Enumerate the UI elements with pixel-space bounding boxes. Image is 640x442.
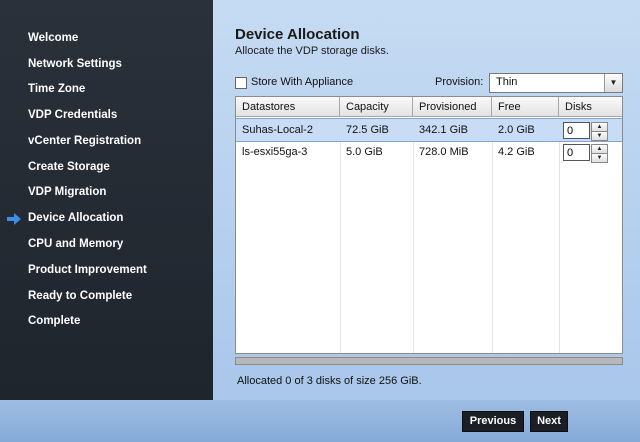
provision-label: Provision:: [435, 76, 484, 88]
horizontal-scrollbar[interactable]: [235, 357, 623, 365]
next-button[interactable]: Next: [530, 411, 568, 432]
disks-stepper[interactable]: 0 ▲ ▼: [563, 144, 608, 163]
stepper-down-icon[interactable]: ▼: [591, 153, 608, 163]
sidebar-item-device-allocation[interactable]: Device Allocation: [28, 209, 123, 227]
sidebar-item-vdp-credentials[interactable]: VDP Credentials: [28, 106, 117, 124]
sidebar-item-product-improvement[interactable]: Product Improvement: [28, 261, 147, 279]
allocation-summary: Allocated 0 of 3 disks of size 256 GiB.: [237, 375, 422, 387]
wizard-sidebar: Welcome Network Settings Time Zone VDP C…: [0, 0, 213, 400]
column-header-free[interactable]: Free: [492, 97, 559, 117]
table-row[interactable]: Suhas-Local-2 72.5 GiB 342.1 GiB 2.0 GiB…: [236, 118, 622, 142]
cell-datastore: Suhas-Local-2: [242, 124, 313, 136]
datastore-table: Datastores Capacity Provisioned Free Dis…: [235, 96, 623, 354]
provision-value: Thin: [496, 76, 518, 88]
cell-capacity: 5.0 GiB: [346, 146, 383, 158]
sidebar-item-ready-to-complete[interactable]: Ready to Complete: [28, 287, 132, 305]
cell-datastore: ls-esxi55ga-3: [242, 146, 308, 158]
cell-free: 2.0 GiB: [498, 124, 535, 136]
table-row[interactable]: ls-esxi55ga-3 5.0 GiB 728.0 MiB 4.2 GiB …: [236, 141, 622, 163]
column-header-datastores[interactable]: Datastores: [236, 97, 340, 117]
disks-stepper[interactable]: 0 ▲ ▼: [563, 122, 608, 141]
cell-free: 4.2 GiB: [498, 146, 535, 158]
main-panel: Device Allocation Allocate the VDP stora…: [213, 0, 640, 400]
cell-provisioned: 728.0 MiB: [419, 146, 469, 158]
sidebar-item-complete[interactable]: Complete: [28, 312, 80, 330]
arrow-right-icon: [7, 213, 21, 225]
cell-capacity: 72.5 GiB: [346, 124, 389, 136]
chevron-down-icon[interactable]: ▼: [604, 74, 622, 92]
cell-provisioned: 342.1 GiB: [419, 124, 468, 136]
provision-select[interactable]: Thin ▼: [489, 73, 623, 93]
column-header-provisioned[interactable]: Provisioned: [413, 97, 492, 117]
disks-input[interactable]: 0: [563, 144, 590, 161]
disks-input[interactable]: 0: [563, 122, 590, 139]
previous-button[interactable]: Previous: [462, 411, 524, 432]
column-header-capacity[interactable]: Capacity: [340, 97, 413, 117]
store-with-appliance-label[interactable]: Store With Appliance: [251, 76, 353, 88]
sidebar-item-network-settings[interactable]: Network Settings: [28, 55, 122, 73]
page-subtitle: Allocate the VDP storage disks.: [235, 45, 389, 57]
stepper-down-icon[interactable]: ▼: [591, 131, 608, 141]
sidebar-item-welcome[interactable]: Welcome: [28, 29, 78, 47]
store-with-appliance-checkbox[interactable]: [235, 77, 247, 89]
sidebar-item-time-zone[interactable]: Time Zone: [28, 80, 85, 98]
page-title: Device Allocation: [235, 26, 360, 43]
sidebar-item-vdp-migration[interactable]: VDP Migration: [28, 183, 106, 201]
column-header-disks[interactable]: Disks: [559, 97, 622, 117]
sidebar-item-create-storage[interactable]: Create Storage: [28, 158, 110, 176]
sidebar-item-vcenter-registration[interactable]: vCenter Registration: [28, 132, 141, 150]
sidebar-item-cpu-and-memory[interactable]: CPU and Memory: [28, 235, 123, 253]
